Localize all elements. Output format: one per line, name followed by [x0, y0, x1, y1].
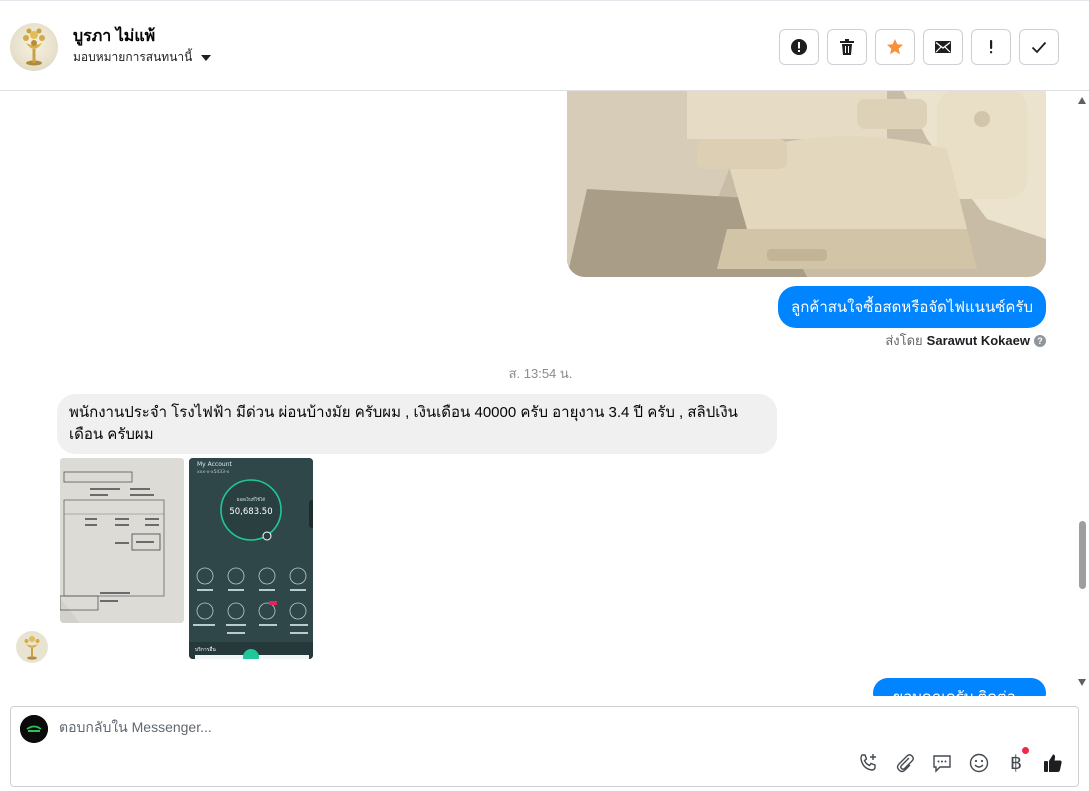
assign-label: มอบหมายการสนทนานี้: [73, 50, 193, 64]
delete-button[interactable]: [827, 29, 867, 65]
contact-avatar-small[interactable]: [16, 631, 48, 663]
follow-up-button[interactable]: [971, 29, 1011, 65]
car-interior-photo[interactable]: [567, 91, 1046, 277]
sent-by-prefix: ส่งโดย: [885, 333, 923, 348]
car-seat-image: [567, 91, 1046, 277]
contact-name[interactable]: บูรภา ไม่แพ้: [73, 24, 155, 49]
star-icon: [887, 39, 903, 55]
incoming-message[interactable]: พนักงานประจำ โรงไฟฟ้า มีด่วน ผ่อนบ้างมัย…: [57, 394, 777, 454]
balance-amount-text: 50,683.50: [229, 507, 272, 517]
message-timestamp: ส. 13:54 น.: [508, 366, 573, 381]
trophy-ornament-image: [23, 28, 45, 66]
caret-down-icon: [201, 54, 212, 61]
emoji-button[interactable]: [966, 750, 992, 776]
salary-slip-image: [60, 458, 184, 623]
attachment-bank-screenshot[interactable]: My Account xxx-x-x5433-x ยอดเงินที่ใช้ได…: [189, 458, 313, 659]
call-button[interactable]: [855, 750, 881, 776]
star-button[interactable]: [875, 29, 915, 65]
baht-icon: ฿: [1009, 752, 1023, 774]
trophy-ornament-image: [24, 636, 40, 660]
account-number-text: xxx-x-x5433-x: [197, 469, 230, 475]
envelope-icon: [935, 41, 951, 53]
sent-by-info: ส่งโดย Sarawut Kokaew ?: [885, 330, 1046, 351]
assign-conversation-dropdown[interactable]: มอบหมายการสนทนานี้: [73, 48, 212, 67]
saved-replies-button[interactable]: [929, 750, 955, 776]
mark-unread-button[interactable]: [923, 29, 963, 65]
reply-composer: ฿: [10, 706, 1079, 787]
scroll-up-arrow-icon[interactable]: [1078, 97, 1086, 104]
conversation-header: บูรภา ไม่แพ้ มอบหมายการสนทนานี้: [0, 0, 1089, 91]
mark-done-button[interactable]: [1019, 29, 1059, 65]
page-logo-icon: [20, 715, 48, 743]
thumbs-up-icon: [1044, 754, 1062, 772]
attach-button[interactable]: [892, 750, 918, 776]
scroll-down-arrow-icon[interactable]: [1078, 679, 1086, 686]
alert-circle-icon: [791, 39, 807, 55]
check-icon: [1031, 41, 1047, 54]
page-avatar: [20, 715, 48, 743]
header-actions: [779, 29, 1059, 65]
phone-add-icon: [860, 754, 876, 771]
notification-dot: [1022, 747, 1029, 754]
message-thread: ลูกค้าสนใจซื้อสดหรือจัดไฟแนนซ์ครับ ส่งโด…: [0, 91, 1075, 696]
exclamation-icon: [990, 40, 993, 54]
emoji-icon: [969, 753, 989, 773]
reply-input[interactable]: [59, 719, 959, 735]
balance-label-text: ยอดเงินที่ใช้ได้: [237, 496, 266, 503]
contact-avatar[interactable]: [10, 23, 58, 71]
payment-button[interactable]: ฿: [1003, 747, 1029, 776]
conversation-scrollbar[interactable]: [1075, 91, 1089, 696]
outgoing-message-partial[interactable]: ขอบคุณครับ ติดต่อกลับ: [873, 678, 1046, 696]
help-icon[interactable]: ?: [1034, 334, 1046, 347]
paperclip-icon: [896, 754, 914, 773]
saved-reply-icon: [933, 755, 951, 773]
composer-tools: ฿: [855, 747, 1066, 776]
like-button[interactable]: [1040, 750, 1066, 776]
scrollbar-thumb[interactable]: [1079, 521, 1086, 589]
account-title-text: My Account: [197, 461, 233, 468]
sent-by-name: Sarawut Kokaew: [926, 333, 1030, 348]
outgoing-message[interactable]: ลูกค้าสนใจซื้อสดหรือจัดไฟแนนซ์ครับ: [778, 286, 1046, 328]
bank-app-screenshot-image: My Account xxx-x-x5433-x ยอดเงินที่ใช้ได…: [189, 458, 313, 659]
mark-spam-button[interactable]: [779, 29, 819, 65]
trash-icon: [840, 39, 854, 55]
services-label-text: บริการอื่น: [195, 646, 216, 653]
attachment-salary-slip[interactable]: [60, 458, 184, 623]
